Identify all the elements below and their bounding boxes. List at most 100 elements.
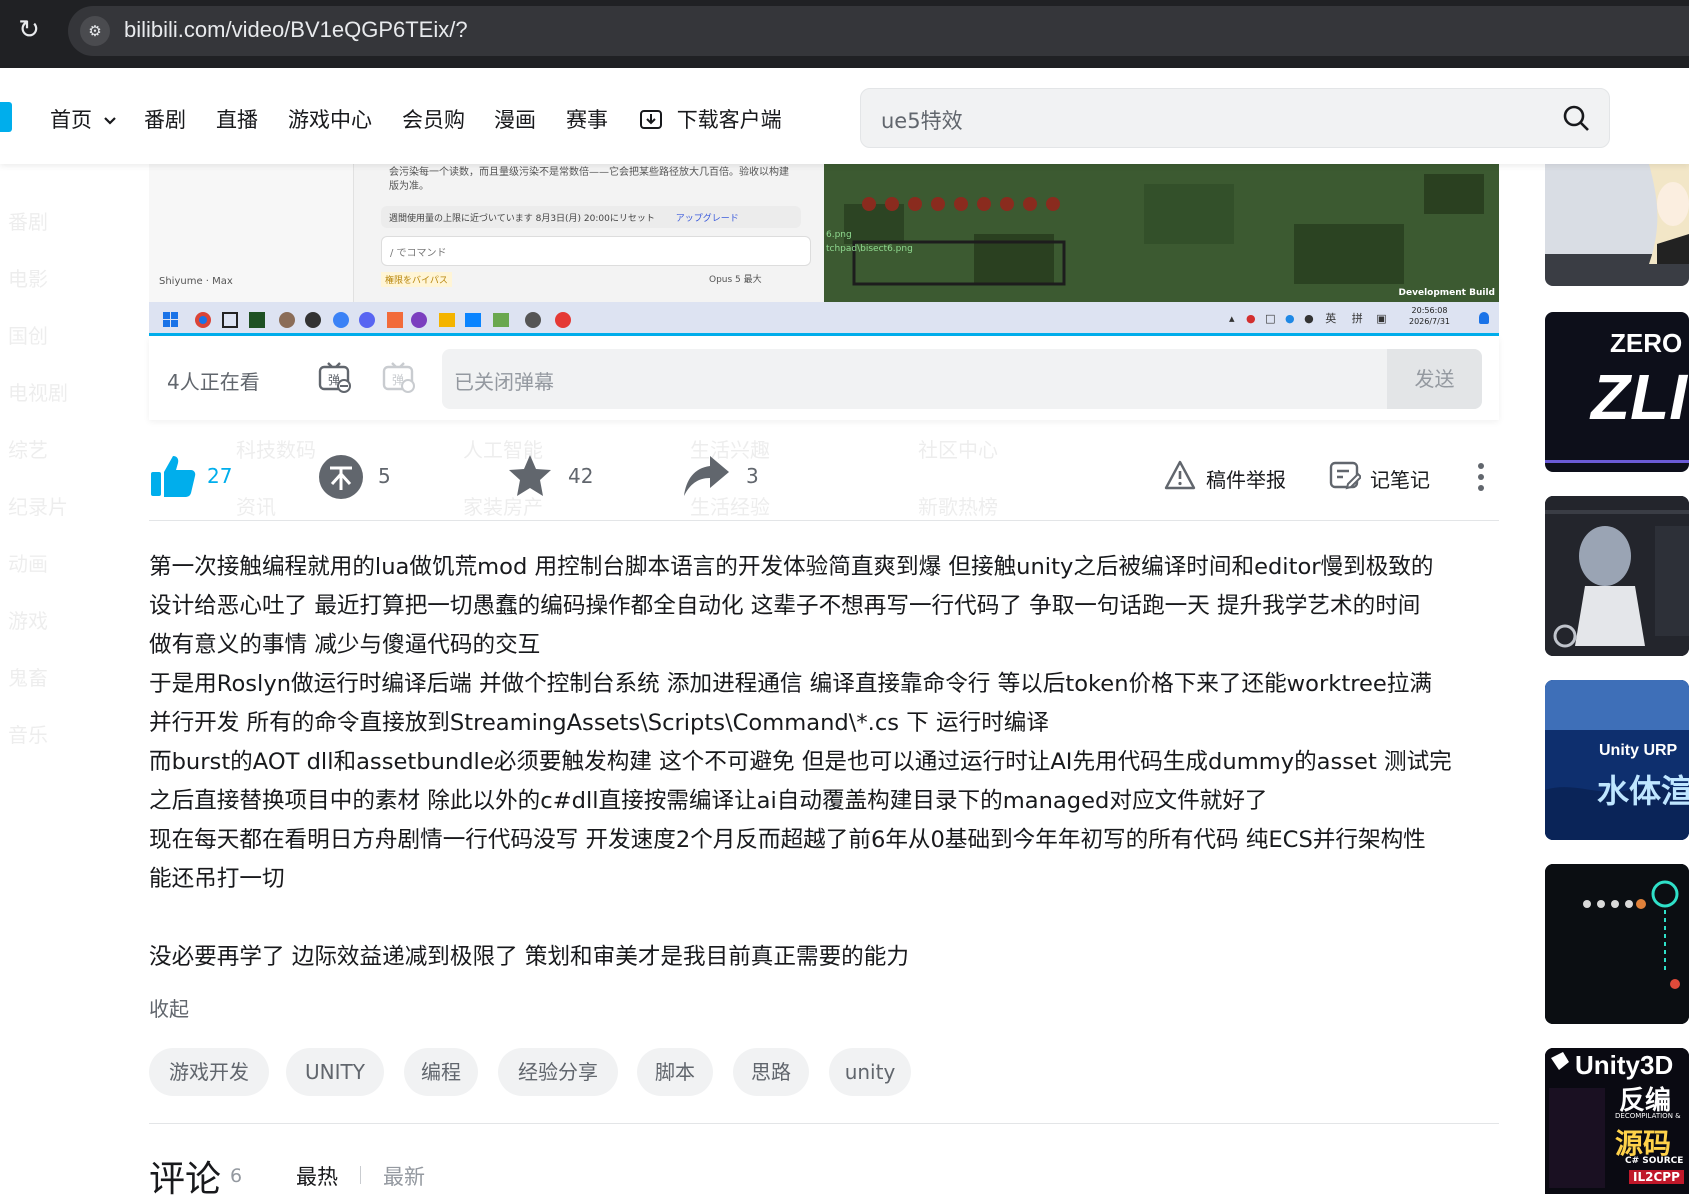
coin-button[interactable]: 5 — [318, 448, 438, 504]
recommendation-accent — [1545, 460, 1689, 463]
share-arrow-icon — [684, 456, 729, 496]
tag-item[interactable]: 思路 — [733, 1048, 809, 1096]
nav-label: 下载客户端 — [676, 108, 782, 132]
more-options-button[interactable] — [1470, 448, 1494, 504]
video-frame-text: 会污染每一个读数，而且量级污染不是常数倍——它会把某些路径放大几百倍。验收以构建… — [389, 166, 809, 194]
ghost-category: 电视剧 — [8, 381, 68, 405]
recommendation-subtitle: DECOMPILATION & — [1615, 1112, 1681, 1120]
favorite-button[interactable]: 42 — [506, 448, 626, 504]
game-file-label: tchpad\bisect6.png — [826, 244, 913, 254]
ghost-category: 动画 — [8, 552, 48, 576]
collapse-button[interactable]: 收起 — [149, 993, 189, 1022]
tray-lang-pinyin: 拼 — [1351, 312, 1363, 325]
nav-label: 首页 — [50, 108, 92, 132]
nav-download-client[interactable]: 下载客户端 — [638, 104, 782, 134]
danmaku-input[interactable]: 已关闭弹幕 发送 — [442, 349, 1482, 409]
thumbs-up-icon — [151, 456, 196, 497]
site-info-icon[interactable]: ⚙ — [80, 16, 110, 46]
video-frame-sidebar: Shiyume · Max — [149, 164, 354, 302]
video-frame-ide: Shiyume · Max 会污染每一个读数，而且量级污染不是常数倍——它会把某… — [149, 164, 824, 302]
description-line: 现在每天都在看明日方舟剧情一行代码没写 开发速度2个月反而超越了前6年从0基础到… — [149, 827, 1426, 853]
sort-new-tab[interactable]: 最新 — [383, 1161, 425, 1191]
video-description: 第一次接触编程就用的lua做饥荒mod 用控制台脚本语言的开发体验简直爽到爆 但… — [149, 548, 1501, 977]
ghost-category: 音乐 — [8, 723, 48, 747]
warning-icon — [1164, 460, 1196, 490]
favorite-count: 42 — [568, 464, 594, 488]
windows-start-icon — [163, 312, 178, 327]
video-frame-line: 会污染每一个读数，而且量级污染不是常数倍——它会把某些路径放大几百倍。验收以构建 — [389, 167, 789, 178]
recommendation-card[interactable] — [1545, 864, 1689, 1024]
video-frame-upgrade: アップグレード — [675, 214, 739, 224]
browser-toolbar: ↻ ⚙ bilibili.com/video/BV1eQGP6TEix/? — [0, 0, 1689, 68]
recommendation-thumbnail — [1545, 496, 1689, 656]
comments-count: 6 — [230, 1165, 243, 1187]
nav-home[interactable]: 首页 — [50, 104, 117, 134]
reload-icon[interactable]: ↻ — [14, 15, 44, 45]
recommendation-badge: IL2CPP — [1629, 1170, 1684, 1184]
recommendation-card[interactable] — [1545, 496, 1689, 656]
game-terrain — [824, 164, 1499, 302]
recommendation-card[interactable]: ZERO A ZLI — [1545, 312, 1689, 472]
description-line: 设计给恶心吐了 最近打算把一切愚蠢的编码操作都全自动化 这辈子不想再写一行代码了… — [149, 593, 1421, 619]
taskbar-clock: 20:56:08 2026/7/31 — [1409, 305, 1450, 327]
ghost-category: 新歌热榜 — [918, 495, 998, 519]
description-line: 第一次接触编程就用的lua做饥荒mod 用控制台脚本语言的开发体验简直爽到爆 但… — [149, 554, 1434, 580]
ghost-category: 国创 — [8, 324, 48, 348]
search-icon[interactable] — [1561, 103, 1591, 133]
url-text[interactable]: bilibili.com/video/BV1eQGP6TEix/? — [124, 17, 468, 43]
tag-item[interactable]: 游戏开发 — [149, 1048, 269, 1096]
video-frame-line: 版为准。 — [389, 181, 429, 192]
like-count: 27 — [207, 464, 233, 488]
viewer-count: 4人正在看 — [167, 370, 260, 394]
chevron-down-icon — [103, 117, 116, 125]
notification-bell-icon — [1479, 312, 1489, 324]
video-frame-limit-banner: 週間使用量の上限に近づいています 8月3日(月) 20:00にリセット アップグ… — [381, 206, 801, 228]
recommendation-title: ZERO A — [1610, 328, 1689, 358]
address-bar[interactable]: ⚙ bilibili.com/video/BV1eQGP6TEix/? — [68, 6, 1689, 56]
download-icon — [640, 110, 662, 129]
like-button[interactable]: 27 — [149, 448, 269, 504]
nav-vip-shop[interactable]: 会员购 — [402, 104, 465, 134]
note-button[interactable]: 记笔记 — [1329, 448, 1449, 504]
search-input[interactable]: ue5特效 — [881, 105, 963, 135]
tag-item[interactable]: 经验分享 — [498, 1048, 618, 1096]
nav-bangumi[interactable]: 番剧 — [144, 104, 186, 134]
bilibili-logo-icon[interactable] — [0, 102, 12, 132]
ghost-category: 社区中心 — [918, 438, 998, 462]
note-icon — [1329, 461, 1361, 490]
search-box[interactable]: ue5特效 — [860, 88, 1610, 148]
recommendation-subtitle: C# SOURCE — [1625, 1156, 1684, 1166]
share-count: 3 — [746, 464, 759, 488]
nav-esports[interactable]: 赛事 — [566, 104, 608, 134]
tag-item[interactable]: 脚本 — [637, 1048, 713, 1096]
recommendation-card[interactable]: Unity URP 水体渲 — [1545, 680, 1689, 840]
video-player[interactable]: Shiyume · Max 会污染每一个读数，而且量级污染不是常数倍——它会把某… — [149, 164, 1499, 336]
clock-time: 20:56:08 — [1411, 306, 1448, 315]
nav-game-center[interactable]: 游戏中心 — [288, 104, 372, 134]
ghost-category: 鬼畜 — [8, 666, 48, 690]
ghost-category: 综艺 — [8, 438, 48, 462]
tag-item[interactable]: UNITY — [286, 1048, 384, 1096]
coin-count: 5 — [378, 464, 391, 488]
nav-live[interactable]: 直播 — [216, 104, 258, 134]
report-button[interactable]: 稿件举报 — [1164, 448, 1304, 504]
video-frame-user: Shiyume · Max — [159, 276, 233, 287]
sort-hot-tab[interactable]: 最热 — [296, 1161, 338, 1191]
game-file-label: 6.png — [826, 230, 852, 240]
share-button[interactable]: 3 — [682, 448, 802, 504]
ocean-thumbnail — [1545, 680, 1689, 840]
danmaku-placeholder: 已关闭弹幕 — [454, 370, 554, 394]
danmaku-settings-icon[interactable]: 弹 — [381, 360, 415, 394]
tag-item[interactable]: unity — [829, 1048, 911, 1096]
tag-item[interactable]: 编程 — [404, 1048, 478, 1096]
danmaku-send-button[interactable]: 发送 — [1387, 349, 1482, 409]
coin-icon — [319, 455, 363, 499]
recommendation-card[interactable] — [1545, 164, 1689, 286]
nav-manga[interactable]: 漫画 — [494, 104, 536, 134]
danmaku-bar: 4人正在看 弹 弹 已关闭弹幕 发送 — [149, 336, 1499, 420]
recommendation-card[interactable]: Unity3D 反编 DECOMPILATION & 源码 C# SOURCE … — [1545, 1048, 1689, 1194]
recommendation-title: Unity3D — [1575, 1050, 1674, 1080]
danmaku-toggle-icon[interactable]: 弹 — [317, 360, 351, 394]
video-frame-taskbar: ▴ ● □ ● ● 英 拼 ▣ 20:56:08 2026/7/31 — [149, 302, 1499, 336]
description-line: 能还吊打一切 — [149, 866, 285, 892]
